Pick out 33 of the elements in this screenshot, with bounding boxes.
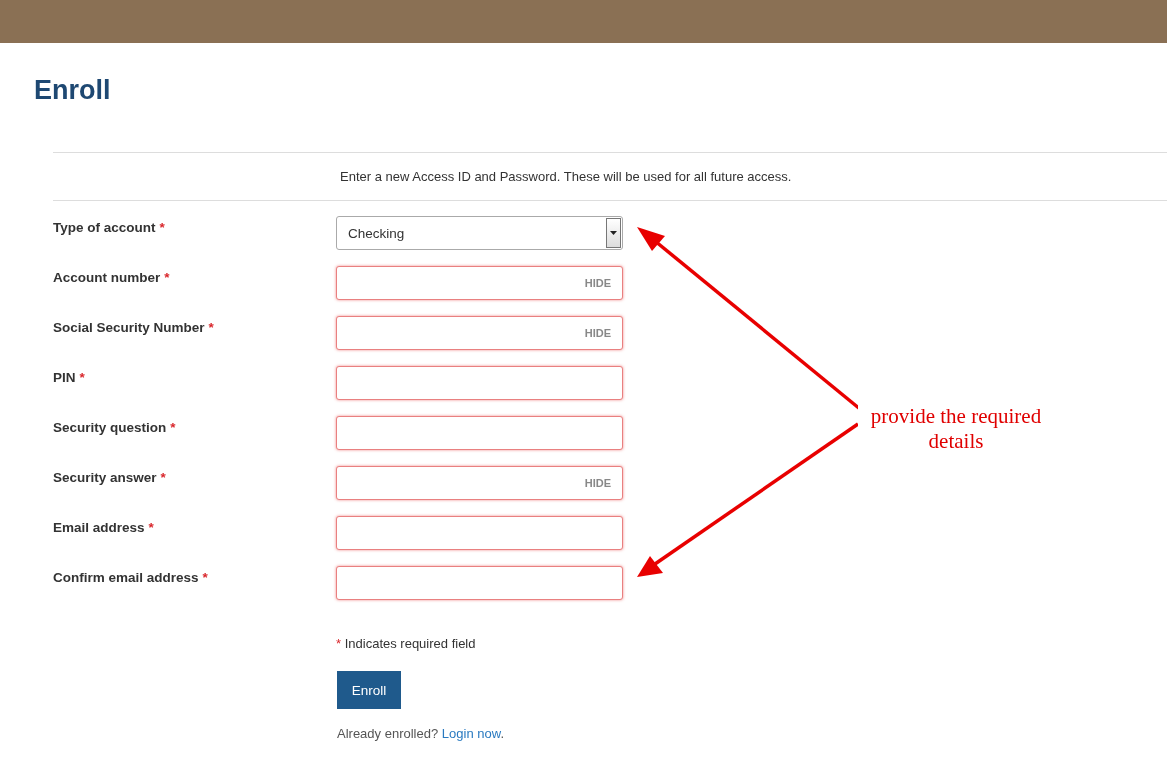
required-mark: * [160,470,166,485]
hide-toggle[interactable]: HIDE [584,327,611,339]
account-type-dropdown[interactable]: Checking [336,216,623,250]
required-field-note: * Indicates required field [336,636,477,651]
input-field[interactable]: HIDE [336,466,623,500]
required-mark: * [159,220,165,235]
required-mark: * [208,320,214,335]
input-field[interactable] [336,566,623,600]
input-field[interactable]: HIDE [336,316,623,350]
required-mark: * [164,270,170,285]
required-mark: * [170,420,176,435]
required-mark: * [79,370,85,385]
page-title: Enroll [34,74,111,106]
input-field[interactable] [336,366,623,400]
field-label: Social Security Number [53,320,205,335]
hide-toggle[interactable]: HIDE [584,477,611,489]
field-label: PIN [53,370,76,385]
required-mark: * [202,570,208,585]
input-field[interactable] [336,516,623,550]
field-label: Confirm email address [53,570,199,585]
field-label: Account number [53,270,161,285]
enroll-button[interactable]: Enroll [337,671,401,709]
field-label: Email address [53,520,145,535]
field-label: Security answer [53,470,157,485]
field-label: Type of account [53,220,156,235]
required-mark: * [148,520,154,535]
caret-icon [610,231,617,235]
input-field[interactable] [336,416,623,450]
login-prompt: Already enrolled? Login now. [337,726,505,741]
input-field[interactable]: HIDE [336,266,623,300]
instruction-text: Enter a new Access ID and Password. These will be used for all future access. [340,169,792,184]
hide-toggle[interactable]: HIDE [584,277,611,289]
field-label: Security question [53,420,167,435]
